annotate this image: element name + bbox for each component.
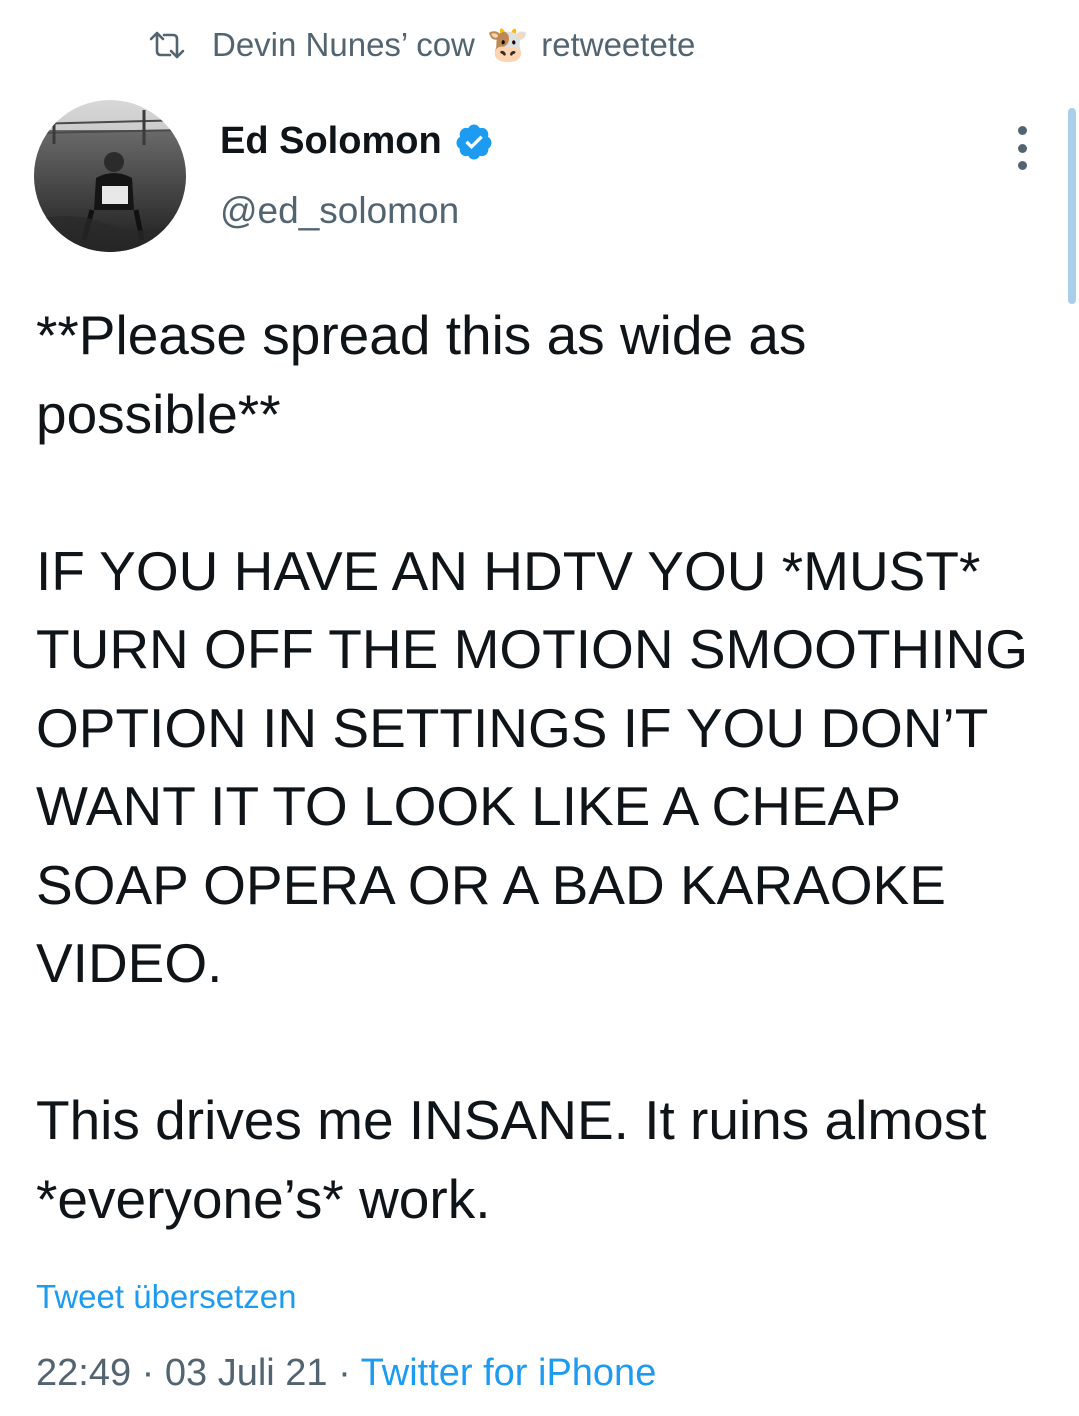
verified-badge-icon bbox=[456, 124, 492, 159]
retweeter-name[interactable]: Devin Nunes’ cow bbox=[212, 26, 475, 64]
tweet-paragraph: This drives me INSANE. It ruins almost *… bbox=[36, 1089, 987, 1230]
author-handle[interactable]: @ed_solomon bbox=[220, 190, 459, 232]
author-display-name[interactable]: Ed Solomon bbox=[220, 120, 442, 163]
separator: · bbox=[338, 1352, 351, 1394]
retweet-context[interactable]: Devin Nunes’ cow 🐮 retweetete bbox=[148, 22, 695, 68]
tweet-time[interactable]: 22:49 bbox=[36, 1352, 131, 1394]
tweet-paragraph: **Please spread this as wide as possible… bbox=[36, 304, 807, 445]
cow-emoji-icon: 🐮 bbox=[486, 26, 530, 64]
tweet-paragraph: IF YOU HAVE AN HDTV YOU *MUST* TURN OFF … bbox=[36, 539, 1028, 995]
retweet-action-label: retweetete bbox=[541, 26, 696, 63]
tweet-body: **Please spread this as wide as possible… bbox=[36, 296, 1046, 1238]
more-options-icon[interactable] bbox=[1010, 126, 1034, 170]
profile-photo bbox=[34, 100, 186, 252]
retweet-icon bbox=[149, 31, 185, 59]
tweet-metadata: 22:49 · 03 Juli 21 · Twitter for iPhone bbox=[36, 1352, 656, 1395]
avatar[interactable] bbox=[34, 100, 186, 252]
translate-tweet-link[interactable]: Tweet übersetzen bbox=[36, 1278, 297, 1316]
scrollbar[interactable] bbox=[1068, 108, 1076, 304]
author-name-row[interactable]: Ed Solomon bbox=[220, 120, 494, 163]
tweet-source-link[interactable]: Twitter for iPhone bbox=[361, 1352, 657, 1394]
tweet-date[interactable]: 03 Juli 21 bbox=[165, 1352, 328, 1394]
separator: · bbox=[141, 1352, 155, 1394]
